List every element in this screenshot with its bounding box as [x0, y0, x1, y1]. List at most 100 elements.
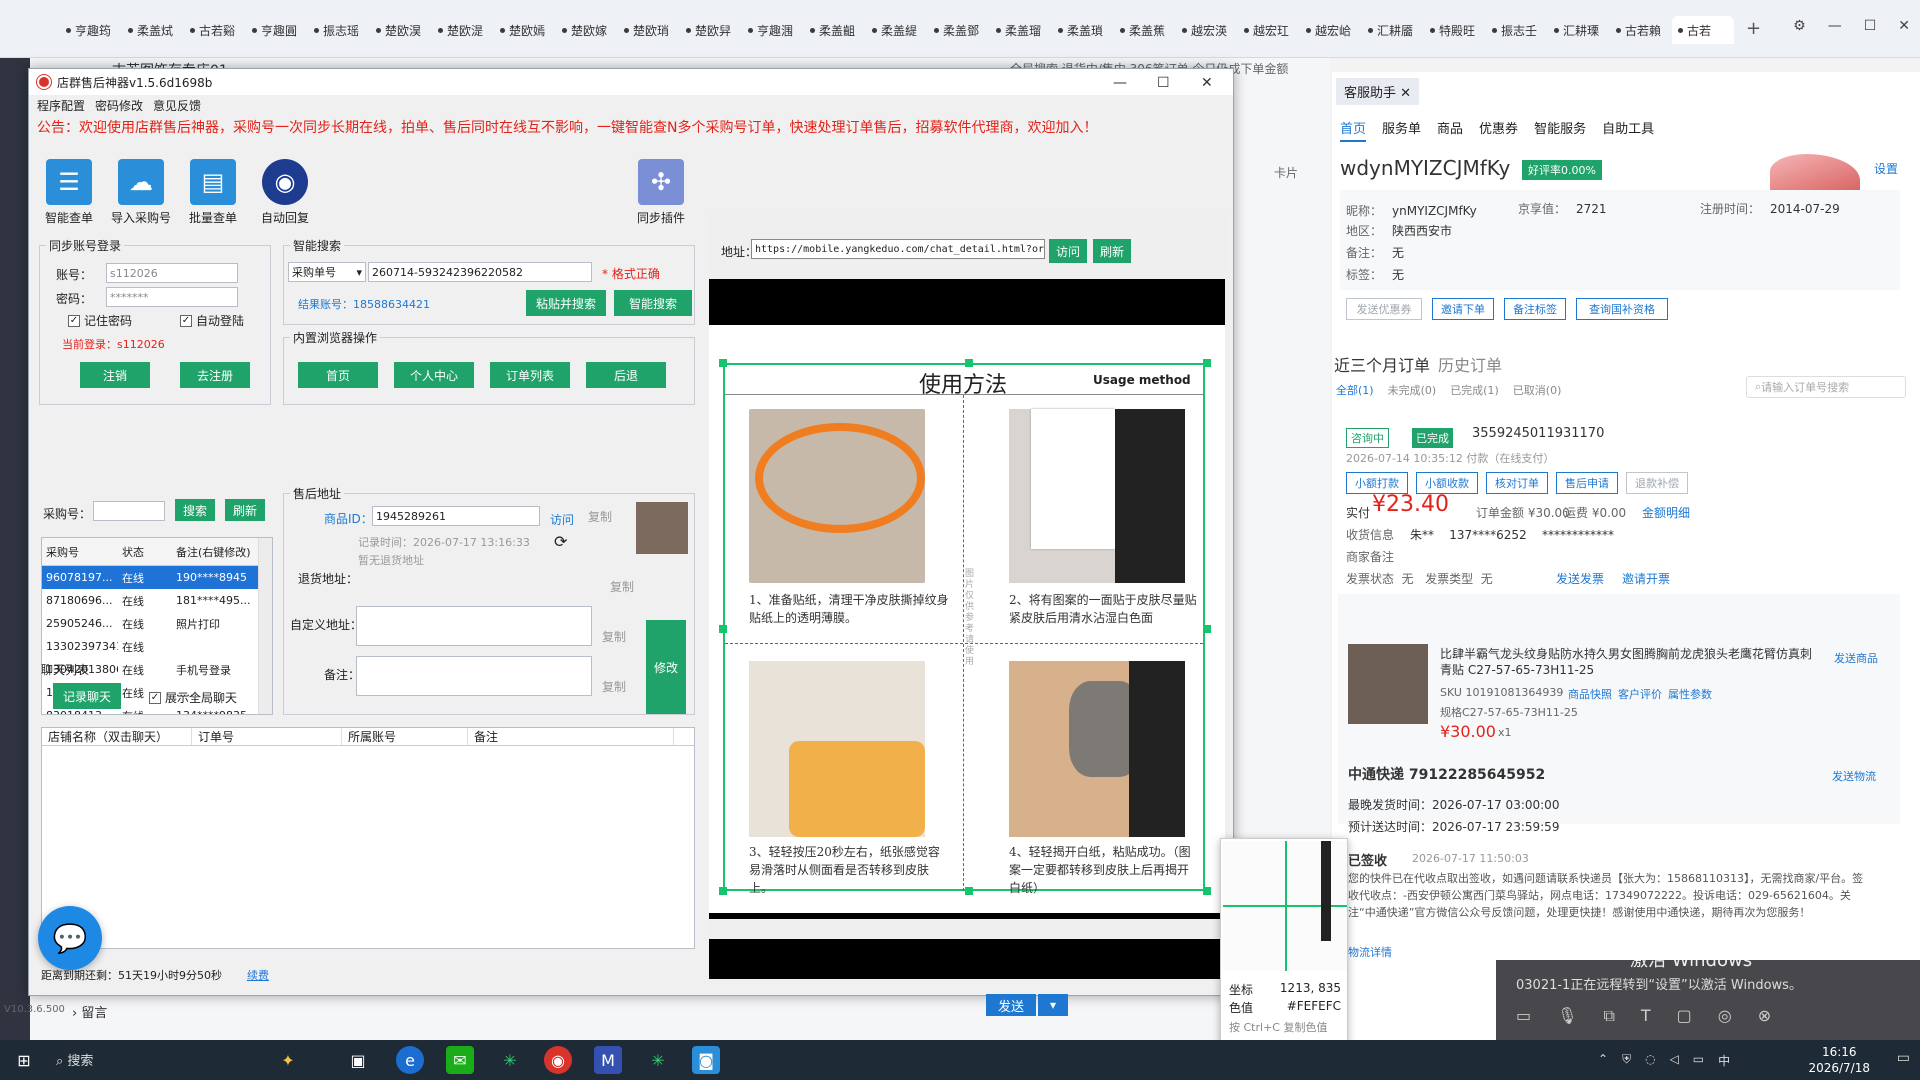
subsidy-button[interactable]: 查询国补资格 [1576, 298, 1668, 320]
volume-icon[interactable]: ◁ [1670, 1052, 1679, 1069]
floating-chat-icon[interactable]: 💬 [38, 906, 102, 970]
taskbar-clock[interactable]: 16:16 2026/7/18 [1808, 1044, 1870, 1076]
sku-link[interactable]: 客户评价 [1618, 686, 1662, 702]
modify-button[interactable]: 修改 [646, 620, 686, 714]
aftersale-app-icon[interactable]: ◉ [544, 1046, 572, 1074]
remember-password-checkbox[interactable]: ✓ 记住密码 [68, 312, 132, 329]
shield-icon[interactable]: ⛨ [1622, 1052, 1631, 1069]
search-type-select[interactable]: 采购单号 ▾ [288, 262, 366, 282]
browser-tab[interactable]: 柔盖烒 [122, 16, 184, 44]
smart-query-button[interactable]: ☰ 智能查单 [39, 159, 99, 226]
order-filter[interactable]: 已取消(0) [1513, 382, 1562, 398]
refresh-icon[interactable]: ⟳ [554, 532, 567, 551]
browser-tab[interactable]: 越宏玒 [1238, 16, 1300, 44]
remark-input[interactable] [356, 656, 592, 696]
auto-reply-button[interactable]: ◉ 自动回复 [255, 159, 315, 226]
close-icon[interactable]: ✕ [1201, 75, 1213, 91]
sku-link[interactable]: 属性参数 [1668, 686, 1712, 702]
edge-browser-icon[interactable]: e [396, 1046, 424, 1074]
table-row[interactable]: 87180696... 在线 181****495... [42, 589, 272, 612]
text-icon[interactable]: T [1641, 1006, 1651, 1026]
browser-tab[interactable]: 亨趣筠 [60, 16, 122, 44]
close-circle-icon[interactable]: ⊗ [1758, 1006, 1771, 1026]
assistant-nav-item[interactable]: 自助工具 [1602, 118, 1654, 142]
table-scrollbar[interactable] [258, 538, 272, 714]
paste-search-button[interactable]: 粘贴并搜索 [526, 290, 606, 316]
mic-icon[interactable]: 🎙 [1557, 1006, 1577, 1026]
custom-address-input[interactable] [356, 606, 592, 646]
plus-icon[interactable]: + [1746, 18, 1761, 39]
logout-button[interactable]: 注销 [80, 362, 150, 388]
browser-tab[interactable]: 楚欧嫣 [494, 16, 556, 44]
browser-tab[interactable]: 楚欧舁 [680, 16, 742, 44]
app-star-icon[interactable]: ✳ [496, 1046, 524, 1074]
close-icon[interactable]: ✕ [1400, 86, 1411, 101]
browser-tab[interactable]: 楚欧嫁 [556, 16, 618, 44]
history-orders-tab[interactable]: 历史订单 [1438, 352, 1502, 376]
show-all-chat-checkbox[interactable]: ✓ 展示全局聊天 [149, 689, 237, 706]
home-button[interactable]: 首页 [298, 362, 378, 388]
resize-handle-bl[interactable] [719, 887, 727, 895]
after-sale-apply-button[interactable]: 售后申请 [1556, 472, 1618, 494]
browser-tab[interactable]: 古若谿 [184, 16, 246, 44]
order-filter[interactable]: 全部(1) [1336, 382, 1374, 398]
resize-handle-l[interactable] [719, 625, 727, 633]
invite-invoice-link[interactable]: 邀请开票 [1622, 570, 1670, 587]
recent-orders-tab[interactable]: 近三个月订单 [1334, 352, 1430, 376]
menu-password[interactable]: 密码修改 [95, 97, 143, 114]
browser-tab[interactable]: 越宏峆 [1300, 16, 1362, 44]
purchase-search-button[interactable]: 搜索 [175, 499, 215, 521]
windows-start-icon[interactable]: ⊞ [10, 1046, 38, 1074]
maximize-icon[interactable]: ☐ [1864, 18, 1877, 34]
resize-handle-t[interactable] [965, 359, 973, 367]
m-app-icon[interactable]: M [594, 1046, 622, 1074]
small-collect-button[interactable]: 小额收款 [1416, 472, 1478, 494]
browser-tab[interactable]: 汇耕瑮 [1548, 16, 1610, 44]
logistics-detail-link[interactable]: 物流详情 [1348, 944, 1392, 960]
assistant-nav-item[interactable]: 优惠券 [1479, 118, 1518, 142]
browser-tab[interactable]: 振志壬 [1486, 16, 1548, 44]
notification-icon[interactable]: ▭ [1897, 1050, 1910, 1066]
address-input[interactable]: https://mobile.yangkeduo.com/chat_detail… [751, 239, 1045, 259]
sync-plugin-button[interactable]: ✣ 同步插件 [631, 159, 691, 226]
assistant-nav-item[interactable]: 商品 [1437, 118, 1463, 142]
settings-icon[interactable]: ⚙ [1793, 18, 1806, 34]
browser-tab[interactable]: 楚欧湜 [432, 16, 494, 44]
remark-tag-button[interactable]: 备注标签 [1504, 298, 1566, 320]
browser-tab[interactable]: 汇耕靥 [1362, 16, 1424, 44]
resize-handle-br[interactable] [1203, 887, 1211, 895]
order-search-input[interactable]: ⌕ 请输入订单号搜索 [1746, 376, 1906, 398]
table-row[interactable]: 13302397341 在线 [42, 635, 272, 658]
send-button[interactable]: 发送 [986, 994, 1036, 1016]
assistant-nav-item[interactable]: 首页 [1340, 118, 1367, 142]
browser-tab[interactable]: 柔盖鄧 [928, 16, 990, 44]
wechat-icon[interactable]: ✉ [446, 1046, 474, 1074]
visit-link[interactable]: 访问 [550, 511, 574, 528]
account-input[interactable]: s112026 [106, 263, 238, 283]
menu-config[interactable]: 程序配置 [37, 97, 85, 114]
taskbar-search[interactable]: ⌕ 搜索 [56, 1050, 93, 1069]
browser-tab[interactable]: 柔盖緹 [866, 16, 928, 44]
invite-order-button[interactable]: 邀请下单 [1432, 298, 1494, 320]
ime-indicator[interactable]: 中 [1718, 1052, 1730, 1069]
minimize-icon[interactable]: — [1113, 75, 1127, 91]
browser-tab[interactable]: 楚欧淏 [370, 16, 432, 44]
batch-query-button[interactable]: ▤ 批量查单 [183, 159, 243, 226]
table-row[interactable]: 96078197... 在线 190****8945 [42, 566, 272, 589]
copy-remark-link[interactable]: 复制 [602, 678, 626, 695]
user-icon[interactable]: ◎ [1718, 1006, 1732, 1026]
purchase-refresh-button[interactable]: 刷新 [225, 499, 265, 521]
back-button[interactable]: 后退 [586, 362, 666, 388]
browser-tab[interactable]: 柔盖瑣 [1052, 16, 1114, 44]
browser-tab[interactable]: 柔盖瑠 [990, 16, 1052, 44]
sku-link[interactable]: 商品快照 [1568, 686, 1612, 702]
send-logistics-link[interactable]: 发送物流 [1832, 768, 1876, 784]
verify-order-button[interactable]: 核对订单 [1486, 472, 1548, 494]
chevron-down-icon[interactable]: ▾ [1038, 994, 1068, 1016]
folder-icon[interactable]: ▢ [1677, 1006, 1692, 1026]
menu-feedback[interactable]: 意见反馈 [153, 97, 201, 114]
browser-tab[interactable]: 亨趣涠 [742, 16, 804, 44]
resize-handle-tr[interactable] [1203, 359, 1211, 367]
renew-link[interactable]: 续费 [247, 967, 269, 983]
send-product-link[interactable]: 发送商品 [1834, 650, 1878, 666]
